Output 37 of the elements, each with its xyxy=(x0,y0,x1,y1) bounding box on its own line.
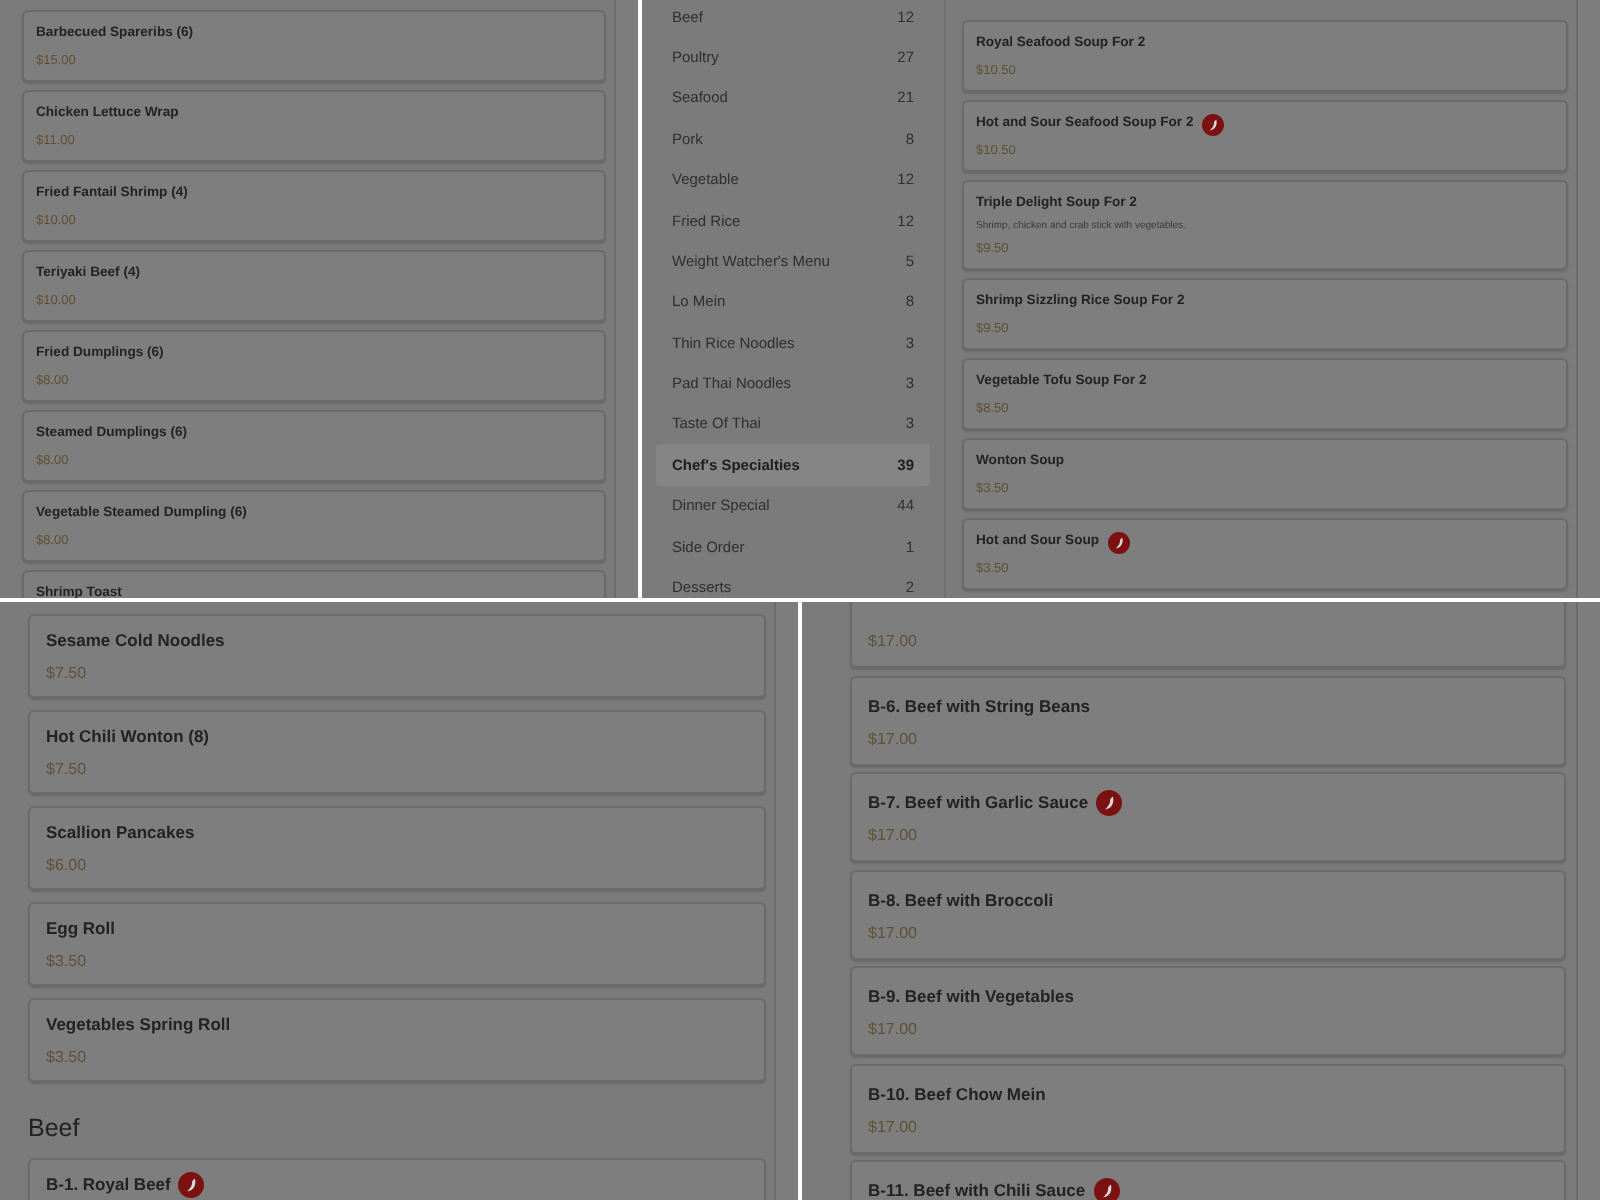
item-name: Sesame Cold Noodles xyxy=(46,628,225,654)
item-price: $17.00 xyxy=(868,1115,919,1139)
menu-item-card[interactable]: $17.00 xyxy=(850,602,1566,668)
menu-item-card[interactable]: B-9. Beef with Vegetables $17.00 xyxy=(850,966,1566,1056)
menu-item-card[interactable]: Hot Chili Wonton (8) $7.50 xyxy=(28,710,766,794)
item-name: B-8. Beef with Broccoli xyxy=(868,887,1054,913)
item-price: $7.50 xyxy=(46,662,89,686)
item-price: $17.00 xyxy=(868,824,919,848)
item-name: B-9. Beef with Vegetables xyxy=(868,984,1074,1010)
item-price: $6.00 xyxy=(46,854,89,878)
item-price: $17.00 xyxy=(868,921,919,945)
menu-item-card[interactable]: Egg Roll $3.50 xyxy=(28,902,766,986)
item-price: $17.00 xyxy=(868,727,919,751)
item-price: $3.50 xyxy=(46,950,89,974)
item-name: B-1. Royal Beef xyxy=(46,1172,171,1198)
item-name: B-10. Beef Chow Mein xyxy=(868,1081,1046,1107)
item-price: $17.00 xyxy=(868,630,919,654)
item-name: Scallion Pancakes xyxy=(46,820,195,846)
section-heading: Beef xyxy=(28,1112,82,1144)
item-name: Egg Roll xyxy=(46,916,115,942)
item-name: B-11. Beef with Chili Sauce xyxy=(868,1178,1086,1200)
item-price: $3.50 xyxy=(46,1046,89,1070)
item-name: B-7. Beef with Garlic Sauce xyxy=(868,790,1089,816)
menu-item-card[interactable]: B-7. Beef with Garlic Sauce $17.00 xyxy=(850,772,1566,862)
menu-item-card[interactable]: B-11. Beef with Chili Sauce xyxy=(850,1160,1566,1200)
item-price: $7.50 xyxy=(46,758,89,782)
menu-item-card[interactable]: B-1. Royal Beef xyxy=(28,1158,766,1200)
item-name: Hot Chili Wonton (8) xyxy=(46,724,210,750)
item-name: Vegetables Spring Roll xyxy=(46,1012,231,1038)
menu-item-card[interactable]: Scallion Pancakes $6.00 xyxy=(28,806,766,890)
item-price: $17.00 xyxy=(868,1018,919,1042)
item-name: B-6. Beef with String Beans xyxy=(868,693,1090,719)
menu-item-card[interactable]: B-6. Beef with String Beans $17.00 xyxy=(850,675,1566,765)
menu-item-card[interactable]: B-8. Beef with Broccoli $17.00 xyxy=(850,869,1566,959)
menu-item-card[interactable]: Sesame Cold Noodles $7.50 xyxy=(28,614,766,698)
menu-item-card[interactable]: Vegetables Spring Roll $3.50 xyxy=(28,998,766,1082)
menu-item-card[interactable]: B-10. Beef Chow Mein $17.00 xyxy=(850,1063,1566,1153)
